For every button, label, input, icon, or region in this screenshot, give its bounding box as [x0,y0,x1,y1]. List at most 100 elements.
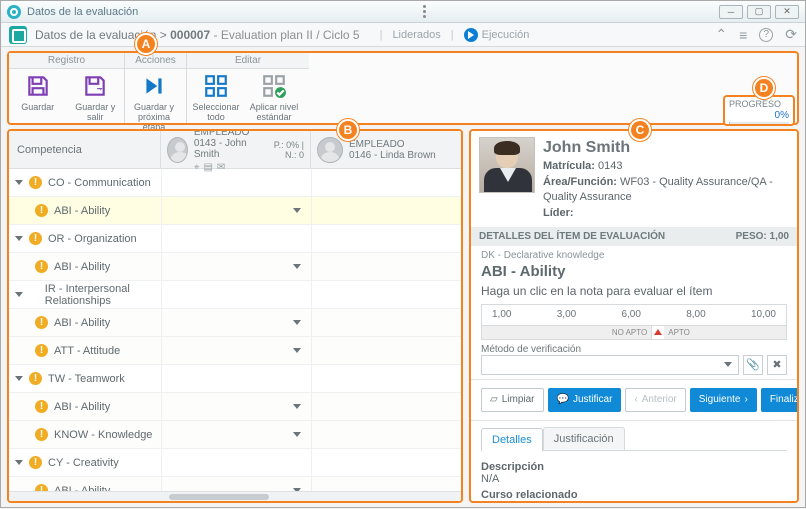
link-ejecucion[interactable]: Ejecución [464,28,530,42]
cell-emp1[interactable] [161,225,311,252]
eraser-icon: ▱ [490,394,498,405]
cell-emp2[interactable] [311,337,461,364]
cell-emp2[interactable] [311,253,461,280]
cell-emp1[interactable] [161,309,311,336]
row-label: ABI - Ability [54,401,110,413]
save-next-button[interactable]: Guardar y próxima etapa [125,69,183,136]
cell-emp2[interactable] [311,449,461,476]
col-employee-2[interactable]: EMPLEADO 0146 - Linda Brown [311,131,461,168]
chevron-down-icon [15,236,23,241]
list-icon[interactable]: ≡ [739,27,747,43]
cell-emp2[interactable] [311,197,461,224]
breadcrumb: Datos de la evaluación > 000007 - Evalua… [35,28,360,42]
avatar-icon [167,137,188,163]
minimize-button[interactable]: ─ [719,5,743,19]
attach-icon[interactable]: 📎 [743,355,763,375]
cell-emp2[interactable] [311,477,461,491]
close-button[interactable]: ✕ [775,5,799,19]
chevron-left-icon: ‹ [634,394,637,405]
row-label: KNOW - Knowledge [54,429,152,441]
competency-group[interactable]: !IR - Interpersonal Relationships [9,281,461,309]
save-exit-button[interactable]: Guardar y salir [67,69,125,126]
competency-tree[interactable]: !CO - Communication!ABI - Ability!OR - O… [9,169,461,491]
competency-group[interactable]: !CO - Communication [9,169,461,197]
tab-detalles[interactable]: Detalles [481,428,543,451]
chevron-down-icon [293,348,301,353]
competency-item[interactable]: !ABI - Ability [9,197,461,225]
cell-emp1[interactable] [161,337,311,364]
cell-emp1[interactable] [161,197,311,224]
cell-emp2[interactable] [311,393,461,420]
competency-item[interactable]: !ABI - Ability [9,393,461,421]
competency-item[interactable]: !ABI - Ability [9,253,461,281]
justify-button[interactable]: 💬Justificar [548,388,622,412]
next-stage-icon [141,73,167,99]
save-button[interactable]: Guardar [9,69,67,126]
cell-emp1[interactable] [161,477,311,491]
competency-item[interactable]: ! ABI - Ability [9,309,461,337]
cell-emp1[interactable] [161,449,311,476]
maximize-button[interactable]: ▢ [747,5,771,19]
verification-select[interactable] [481,355,739,375]
competency-group[interactable]: !OR - Organization [9,225,461,253]
row-label: TW - Teamwork [48,373,125,385]
collapse-icon[interactable]: ⌃ [715,26,727,43]
link-liderados[interactable]: Liderados [392,29,440,41]
refresh-icon[interactable]: ⟳ [785,26,797,43]
cell-emp1[interactable] [161,253,311,280]
rating-scale[interactable]: 1,00 3,00 6,00 8,00 10,00 NO APTO APTO [481,304,787,340]
cell-emp1[interactable] [161,393,311,420]
cell-emp1[interactable] [161,365,311,392]
warning-icon: ! [35,316,48,329]
next-button[interactable]: Siguiente› [690,388,757,412]
select-all-button[interactable]: Seleccionar todo [187,69,245,126]
tab-justificacion[interactable]: Justificación [543,427,625,450]
verification-label: Método de verificación [481,344,787,355]
toolbar-group-editar: Editar [187,53,309,69]
progress-value: 0% [729,109,789,121]
progress-label: PROGRESO [729,99,789,109]
callout-b: B [337,119,359,141]
options-menu-icon[interactable] [418,5,432,18]
cell-emp2[interactable] [311,309,461,336]
warning-icon: ! [35,344,48,357]
chevron-down-icon [293,264,301,269]
competency-group[interactable]: !CY - Creativity [9,449,461,477]
cell-emp2[interactable] [311,281,461,308]
comment-icon: 💬 [557,394,569,405]
competency-item[interactable]: !KNOW - Knowledge [9,421,461,449]
course-label: Curso relacionado [481,489,787,501]
chevron-down-icon [15,376,23,381]
avatar-icon [317,137,343,163]
clear-button[interactable]: ▱Limpiar [481,388,544,412]
save-icon [25,73,51,99]
cell-emp1[interactable] [161,421,311,448]
cell-emp2[interactable] [311,169,461,196]
apply-standard-icon [261,73,287,99]
cell-emp2[interactable] [311,421,461,448]
col-competencia[interactable]: Competencia [9,131,161,168]
cell-emp1[interactable] [161,281,311,308]
competency-group[interactable]: !TW - Teamwork [9,365,461,393]
row-label: CO - Communication [48,177,151,189]
cell-emp2[interactable] [311,225,461,252]
toolbar-group-registro: Registro [9,53,124,69]
detail-panel: John Smith Matrícula: 0143 Área/Función:… [469,129,799,503]
chevron-down-icon [293,320,301,325]
description-label: Descripción [481,461,787,473]
apply-standard-button[interactable]: Aplicar nivel estándar [245,69,303,126]
clear-field-icon[interactable]: ✖ [767,355,787,375]
finish-button[interactable]: Finalizar✔ [761,388,799,412]
competency-item[interactable]: !ABI - Ability [9,477,461,491]
previous-button[interactable]: ‹Anterior [625,388,685,412]
row-label: ATT - Attitude [54,345,120,357]
col-employee-1[interactable]: EMPLEADO 0143 - John Smith ⌖▤✉ P.: 0% | … [161,131,311,168]
row-label: ABI - Ability [54,317,110,329]
cell-emp1[interactable] [161,169,311,196]
row-label: ABI - Ability [54,261,110,273]
competency-item[interactable]: ! ATT - Attitude [9,337,461,365]
chevron-down-icon [15,460,23,465]
help-icon[interactable]: ? [759,28,773,42]
horizontal-scrollbar[interactable] [9,491,461,501]
cell-emp2[interactable] [311,365,461,392]
